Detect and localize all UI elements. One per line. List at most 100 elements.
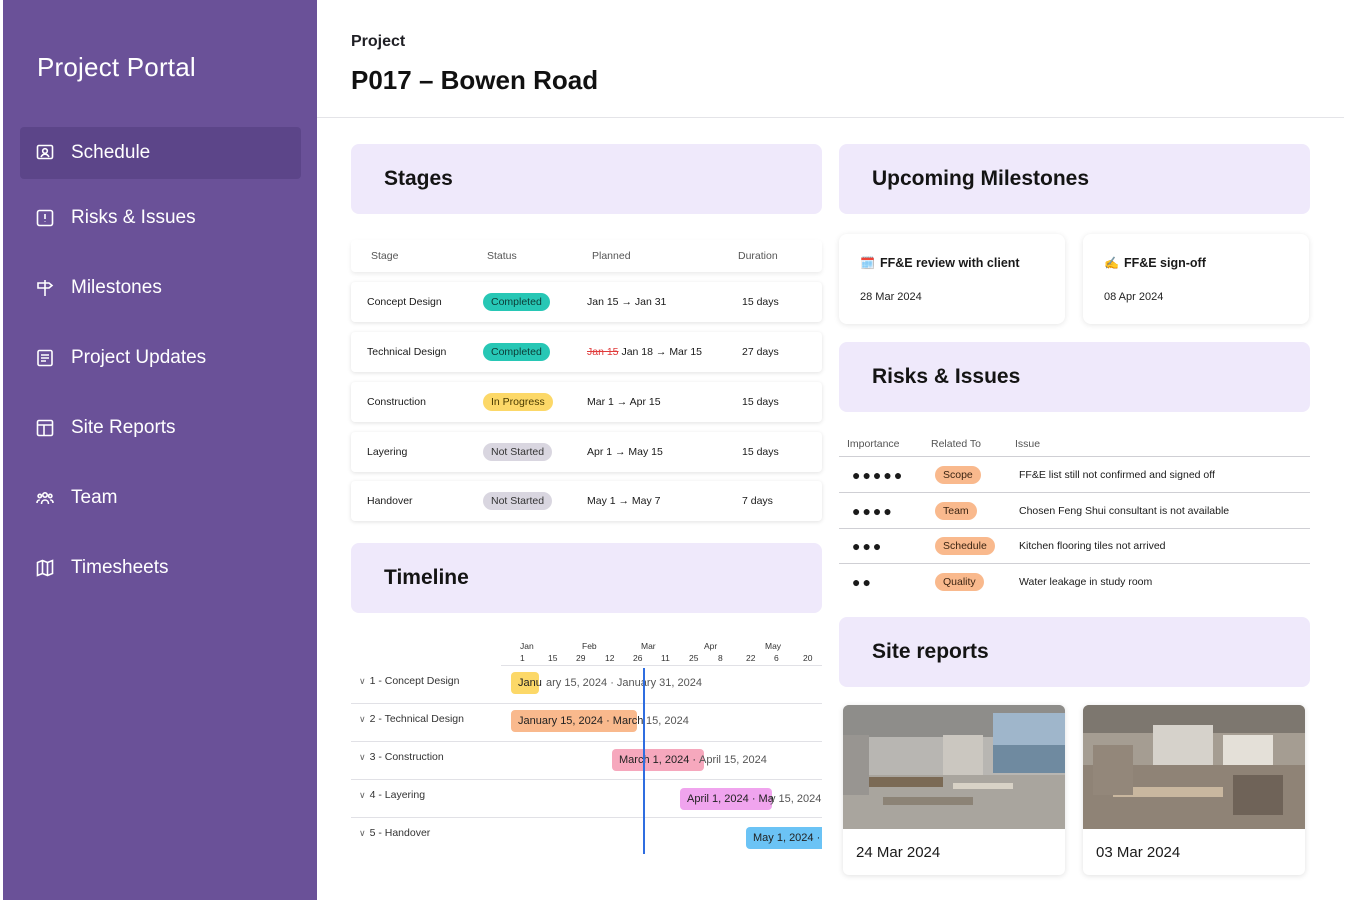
page-title: P017 – Bowen Road (351, 65, 599, 95)
status-badge: Not Started (483, 443, 553, 461)
table-row[interactable]: Layering Not Started Apr 1 → May 15 15 d… (351, 432, 822, 472)
table-row[interactable]: Construction In Progress Mar 1 → Apr 15 … (351, 382, 822, 422)
sidebar-item-label: Milestones (71, 277, 162, 298)
milestone-card[interactable]: 🗓️ FF&E review with client 28 Mar 2024 (839, 234, 1065, 324)
timeline-row[interactable]: ∨ 2 - Technical Design January 15, 2024 ·… (351, 704, 822, 742)
planned-dates: Mar 1 → Apr 15 (587, 396, 661, 408)
duration: 7 days (742, 495, 773, 507)
month-label: Feb (582, 641, 597, 651)
column-header: Duration (738, 250, 778, 262)
day-label: 1 (520, 653, 525, 663)
site-report-card[interactable]: 24 Mar 2024 (843, 705, 1065, 875)
day-label: 25 (689, 653, 699, 663)
milestone-title-text: FF&E sign-off (1123, 256, 1206, 270)
milestone-card[interactable]: ✍️ FF&E sign-off 08 Apr 2024 (1083, 234, 1309, 324)
timeline-row-text: 1 - Concept Design (369, 675, 460, 687)
table-row[interactable]: Technical Design Completed Jan 15 Jan 18… (351, 332, 822, 372)
planned-new-dates: Jan 18 → Mar 15 (621, 346, 702, 358)
timeline-row[interactable]: ∨ 1 - Concept Design Janu ary 15, 2024 · … (351, 666, 822, 704)
sidebar-item-team[interactable]: Team (20, 472, 301, 524)
stage-name: Concept Design (367, 296, 442, 308)
chevron-down-icon[interactable]: ∨ (359, 828, 366, 839)
table-row[interactable]: Concept Design Completed Jan 15 → Jan 31… (351, 282, 822, 322)
stages-section-header: Stages (351, 144, 822, 214)
timeline-bar[interactable]: January 15, 2024 · March (511, 710, 643, 732)
table-row[interactable]: ●● Quality Water leakage in study room (839, 564, 1310, 600)
planned-dates: May 1 → May 7 (587, 495, 661, 507)
map-icon (35, 558, 55, 578)
sidebar-item-timesheets[interactable]: Timesheets (20, 542, 301, 594)
layout-icon (35, 418, 55, 438)
status-badge: Completed (483, 343, 550, 361)
sidebar-item-schedule[interactable]: Schedule (20, 127, 301, 179)
site-report-card[interactable]: 03 Mar 2024 (1083, 705, 1305, 875)
calendar-icon: 🗓️ (860, 256, 875, 270)
stage-name: Handover (367, 495, 413, 507)
month-label: Apr (704, 641, 718, 651)
timeline-row-label[interactable]: ∨ 1 - Concept Design (359, 675, 459, 687)
stage-name: Construction (367, 396, 426, 408)
timeline-row-label[interactable]: ∨ 4 - Layering (359, 789, 425, 801)
page-header: Project P017 – Bowen Road (317, 0, 1344, 118)
sidebar-item-milestones[interactable]: Milestones (20, 262, 301, 314)
timeline-bar[interactable]: April 1, 2024 · Ma (680, 788, 774, 810)
schedule-icon (35, 143, 55, 163)
milestone-date: 28 Mar 2024 (860, 291, 922, 303)
chevron-down-icon[interactable]: ∨ (359, 790, 366, 801)
timeline-bar[interactable]: Janu (511, 672, 542, 694)
timeline-row[interactable]: ∨ 3 - Construction March 1, 2024 · April … (351, 742, 822, 780)
timeline-row-label[interactable]: ∨ 5 - Handover (359, 827, 430, 839)
importance-rating: ●●● (852, 538, 884, 554)
column-header: Importance (847, 438, 900, 450)
timeline-bar-overflow-text: 15, 2024 (646, 715, 689, 727)
month-label: Jan (520, 641, 534, 651)
sidebar-item-risks-issues[interactable]: Risks & Issues (20, 192, 301, 244)
chevron-down-icon[interactable]: ∨ (359, 676, 366, 687)
month-label: May (765, 641, 782, 651)
breadcrumb: Project (351, 33, 406, 50)
issue-text: Water leakage in study room (1019, 576, 1153, 588)
chevron-down-icon[interactable]: ∨ (359, 714, 366, 725)
table-row[interactable]: Handover Not Started May 1 → May 7 7 day… (351, 481, 822, 521)
alert-icon (35, 208, 55, 228)
importance-rating: ●● (852, 574, 873, 590)
importance-rating: ●●●●● (852, 467, 905, 483)
day-label: 22 (746, 653, 756, 663)
timeline-row-text: 3 - Construction (369, 751, 444, 763)
related-tag: Team (935, 502, 977, 520)
column-header: Stage (371, 250, 399, 262)
stage-name: Layering (367, 446, 408, 458)
table-row[interactable]: ●●●●● Scope FF&E list still not confirme… (839, 457, 1310, 493)
milestone-title: ✍️ FF&E sign-off (1104, 256, 1206, 270)
milestones-section-header: Upcoming Milestones (839, 144, 1310, 214)
planned-dates: Jan 15 → Jan 31 (587, 296, 667, 308)
table-row[interactable]: ●●● Schedule Kitchen flooring tiles not … (839, 528, 1310, 564)
timeline-bar-overflow-text: y 15, 2024 (770, 793, 822, 805)
timeline-row[interactable]: ∨ 5 - Handover May 1, 2024 · (351, 818, 822, 856)
milestone-title-text: FF&E review with client (879, 256, 1020, 270)
chevron-down-icon[interactable]: ∨ (359, 752, 366, 763)
timeline-bar[interactable]: May 1, 2024 · (746, 827, 822, 849)
site-report-date: 24 Mar 2024 (856, 844, 941, 861)
site-reports-section-header: Site reports (839, 617, 1310, 687)
column-header: Issue (1015, 438, 1041, 450)
table-row[interactable]: ●●●● Team Chosen Feng Shui consultant is… (839, 493, 1310, 529)
duration: 27 days (742, 346, 779, 358)
sidebar-item-label: Team (71, 487, 118, 508)
milestone-title: 🗓️ FF&E review with client (860, 256, 1020, 270)
sidebar-item-label: Site Reports (71, 417, 176, 438)
timeline-bar[interactable]: March 1, 2024 · (612, 749, 704, 771)
timeline-row[interactable]: ∨ 4 - Layering April 1, 2024 · Ma y 15, 2… (351, 780, 822, 818)
sidebar-item-project-updates[interactable]: Project Updates (20, 332, 301, 384)
column-header: Status (487, 250, 517, 262)
status-badge: In Progress (483, 393, 553, 411)
timeline-row-label[interactable]: ∨ 2 - Technical Design (359, 713, 464, 725)
day-label: 29 (576, 653, 586, 663)
milestone-date: 08 Apr 2024 (1104, 291, 1164, 303)
related-tag: Schedule (935, 537, 995, 555)
timeline-row-text: 5 - Handover (369, 827, 431, 839)
sidebar-item-site-reports[interactable]: Site Reports (20, 402, 301, 454)
related-tag: Scope (935, 466, 981, 484)
timeline-row-text: 2 - Technical Design (369, 713, 464, 725)
timeline-row-label[interactable]: ∨ 3 - Construction (359, 751, 444, 763)
